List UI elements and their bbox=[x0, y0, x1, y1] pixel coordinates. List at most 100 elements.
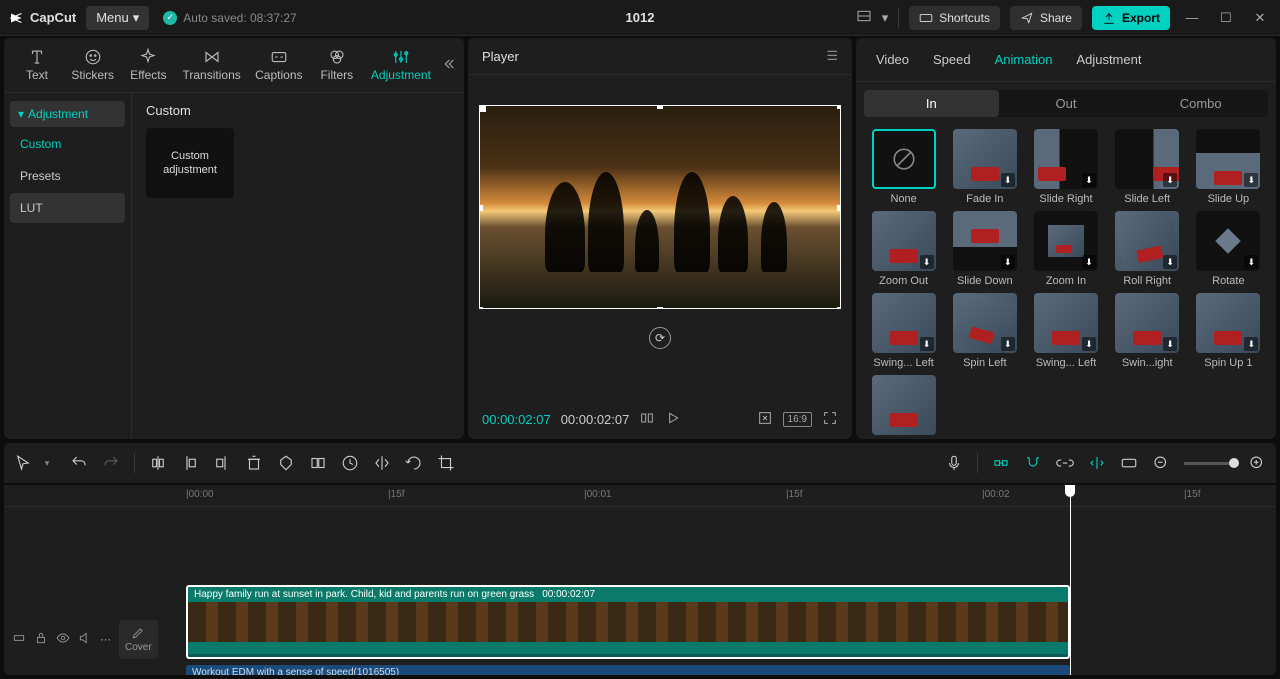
anim-slide-up[interactable]: ⬇Slide Up bbox=[1191, 129, 1266, 205]
minimize-button[interactable]: — bbox=[1180, 6, 1204, 30]
cover-button[interactable]: Cover bbox=[119, 620, 158, 659]
tab-text[interactable]: Text bbox=[12, 44, 62, 86]
stack-icon[interactable] bbox=[309, 454, 327, 472]
sidebar-item-lut[interactable]: LUT bbox=[10, 193, 125, 223]
shortcuts-button[interactable]: Shortcuts bbox=[909, 6, 1000, 30]
tab-label: Filters bbox=[320, 68, 353, 82]
marker-icon[interactable] bbox=[277, 454, 295, 472]
magnet-main-icon[interactable] bbox=[992, 454, 1010, 472]
share-button[interactable]: Share bbox=[1010, 6, 1082, 30]
link-icon[interactable] bbox=[1056, 454, 1074, 472]
anim-swing-right[interactable]: ⬇Swin...ight bbox=[1110, 293, 1185, 369]
delete-right-icon[interactable] bbox=[213, 454, 231, 472]
undo-icon[interactable] bbox=[70, 454, 88, 472]
autosave-label: Auto saved: 08:37:27 bbox=[183, 11, 296, 25]
fullscreen-icon[interactable] bbox=[822, 410, 838, 429]
track-toggle-icon[interactable] bbox=[12, 631, 26, 648]
tab-label: Captions bbox=[255, 68, 302, 82]
project-name[interactable]: 1012 bbox=[626, 10, 655, 25]
anim-slide-left[interactable]: ⬇Slide Left bbox=[1110, 129, 1185, 205]
anim-swing-left-2[interactable]: ⬇Swing... Left bbox=[1028, 293, 1103, 369]
adjustment-content: Custom Custom adjustment bbox=[132, 93, 464, 439]
eye-icon[interactable] bbox=[56, 631, 70, 648]
compare-icon[interactable] bbox=[639, 410, 655, 429]
anim-slide-down[interactable]: ⬇Slide Down bbox=[947, 211, 1022, 287]
anim-zoom-in[interactable]: ⬇Zoom In bbox=[1028, 211, 1103, 287]
anim-sub-in[interactable]: In bbox=[864, 90, 999, 117]
aspect-ratio[interactable]: 16:9 bbox=[783, 412, 812, 427]
menu-button[interactable]: Menu ▾ bbox=[86, 6, 149, 30]
mute-icon[interactable] bbox=[78, 631, 92, 648]
prop-tab-video[interactable]: Video bbox=[864, 38, 921, 81]
anim-sub-out[interactable]: Out bbox=[999, 90, 1134, 117]
split-icon[interactable] bbox=[149, 454, 167, 472]
anim-rotate[interactable]: ⬇Rotate bbox=[1191, 211, 1266, 287]
zoom-out-icon[interactable] bbox=[1152, 454, 1170, 472]
preview-axis-icon[interactable] bbox=[1088, 454, 1106, 472]
clip-thumbnails bbox=[188, 602, 1068, 642]
tracks-area: ⋯ Cover ⋯ Happy family run at sunset in … bbox=[4, 507, 1276, 563]
tab-filters[interactable]: Filters bbox=[312, 44, 362, 86]
player-menu-icon[interactable]: ☰ bbox=[826, 48, 838, 64]
tab-captions[interactable]: Captions bbox=[250, 44, 308, 86]
custom-adjustment-thumb[interactable]: Custom adjustment bbox=[146, 128, 234, 198]
refresh-icon[interactable]: ⟳ bbox=[649, 327, 671, 349]
app-logo: CapCut bbox=[8, 9, 76, 27]
reverse-icon[interactable] bbox=[341, 454, 359, 472]
pointer-dropdown-icon[interactable]: ▾ bbox=[38, 454, 56, 472]
mic-icon[interactable] bbox=[945, 454, 963, 472]
caption-icon[interactable] bbox=[1120, 454, 1138, 472]
close-button[interactable]: ✕ bbox=[1248, 6, 1272, 30]
chevron-down-icon[interactable]: ▾ bbox=[882, 10, 889, 26]
zoom-slider[interactable] bbox=[1184, 462, 1234, 465]
anim-fade-in[interactable]: ⬇Fade In bbox=[947, 129, 1022, 205]
anim-label: Zoom Out bbox=[879, 275, 928, 287]
rotate-icon[interactable] bbox=[405, 454, 423, 472]
download-icon: ⬇ bbox=[1163, 255, 1177, 269]
tab-effects[interactable]: Effects bbox=[123, 44, 173, 86]
anim-zoom-out[interactable]: ⬇Zoom Out bbox=[866, 211, 941, 287]
anim-spin-left[interactable]: ⬇Spin Left bbox=[947, 293, 1022, 369]
anim-label: Spin Up 1 bbox=[1204, 357, 1252, 369]
maximize-button[interactable]: ☐ bbox=[1214, 6, 1238, 30]
sidebar-head-adjustment[interactable]: ▾Adjustment bbox=[10, 101, 125, 127]
play-icon[interactable] bbox=[665, 410, 681, 429]
audio-clip[interactable]: Workout EDM with a sense of speed(101650… bbox=[186, 665, 1070, 675]
scale-icon[interactable] bbox=[757, 410, 773, 429]
export-button[interactable]: Export bbox=[1092, 6, 1170, 30]
anim-spin-up-1[interactable]: ⬇Spin Up 1 bbox=[1191, 293, 1266, 369]
anim-extra[interactable] bbox=[866, 375, 941, 435]
ruler-tick: |00:01 bbox=[584, 489, 612, 500]
sidebar-item-presets[interactable]: Presets bbox=[10, 161, 125, 191]
prop-tab-animation[interactable]: Animation bbox=[983, 38, 1065, 81]
layout-icon[interactable] bbox=[856, 8, 872, 27]
lock-icon[interactable] bbox=[34, 631, 48, 648]
anim-none[interactable]: None bbox=[866, 129, 941, 205]
clip-duration: 00:00:02:07 bbox=[542, 589, 595, 600]
timeline-ruler[interactable]: |00:00|15f|00:01|15f|00:02|15f bbox=[4, 485, 1276, 507]
anim-sub-combo[interactable]: Combo bbox=[1133, 90, 1268, 117]
tab-adjustment[interactable]: Adjustment bbox=[366, 44, 436, 86]
crop-icon[interactable] bbox=[437, 454, 455, 472]
delete-left-icon[interactable] bbox=[181, 454, 199, 472]
mirror-icon[interactable] bbox=[373, 454, 391, 472]
anim-swing-left[interactable]: ⬇Swing... Left bbox=[866, 293, 941, 369]
timeline[interactable]: |00:00|15f|00:01|15f|00:02|15f ⋯ Cover ⋯… bbox=[4, 485, 1276, 675]
zoom-in-icon[interactable] bbox=[1248, 454, 1266, 472]
prop-tab-speed[interactable]: Speed bbox=[921, 38, 983, 81]
video-clip[interactable]: Happy family run at sunset in park. Chil… bbox=[186, 585, 1070, 659]
playhead[interactable] bbox=[1070, 485, 1071, 675]
prop-tab-adjustment[interactable]: Adjustment bbox=[1064, 38, 1153, 81]
tab-stickers[interactable]: Stickers bbox=[66, 44, 119, 86]
anim-slide-right[interactable]: ⬇Slide Right bbox=[1028, 129, 1103, 205]
magnet-track-icon[interactable] bbox=[1024, 454, 1042, 472]
pointer-tool-icon[interactable] bbox=[14, 454, 32, 472]
delete-icon[interactable] bbox=[245, 454, 263, 472]
collapse-panel-icon[interactable] bbox=[440, 56, 456, 75]
sidebar-item-custom[interactable]: Custom bbox=[10, 129, 125, 159]
anim-roll-right[interactable]: ⬇Roll Right bbox=[1110, 211, 1185, 287]
tab-transitions[interactable]: Transitions bbox=[177, 44, 245, 86]
download-icon: ⬇ bbox=[1244, 173, 1258, 187]
more-icon[interactable]: ⋯ bbox=[100, 633, 111, 646]
video-preview[interactable] bbox=[479, 105, 841, 309]
